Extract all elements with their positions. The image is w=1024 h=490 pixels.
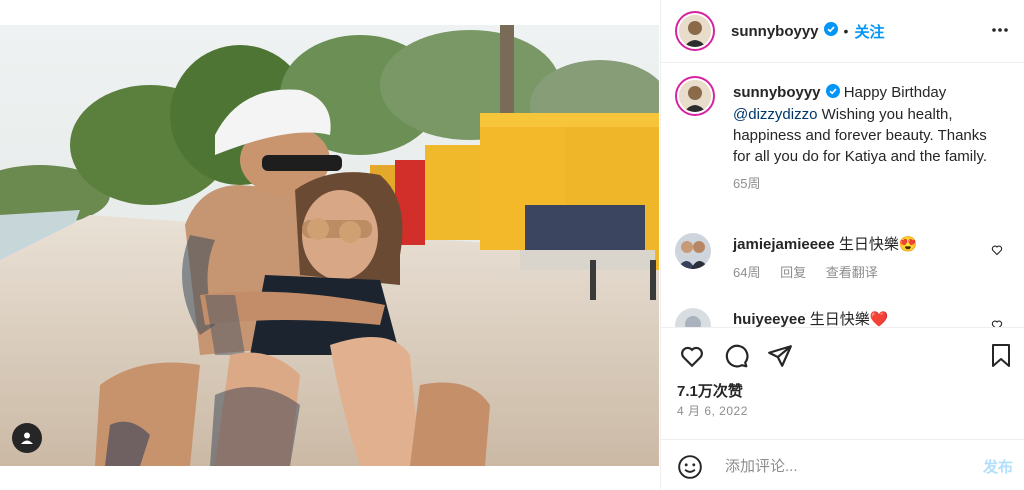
user-tag-icon	[21, 432, 33, 444]
tagged-users-button[interactable]	[12, 423, 42, 453]
comment-item: huiyeeyee 生日快樂❤️	[675, 308, 1015, 327]
verified-badge-icon	[823, 21, 838, 41]
author-avatar[interactable]	[675, 11, 715, 51]
translate-button[interactable]: 查看翻译	[826, 265, 878, 280]
comment-text: 生日快樂❤️	[809, 311, 889, 327]
post-header: sunnyboyyy • 关注	[661, 0, 1024, 63]
more-options-icon[interactable]	[991, 18, 1009, 47]
action-bar	[661, 327, 1024, 383]
emoji-icon[interactable]	[677, 454, 703, 485]
author-username[interactable]: sunnyboyyy	[731, 23, 819, 40]
avatar-portrait-icon	[675, 233, 711, 269]
avatar-portrait-icon	[679, 15, 711, 47]
commenter-avatar[interactable]	[675, 233, 711, 269]
caption-time: 65周	[733, 175, 761, 191]
likes-count[interactable]: 7.1万次赞	[677, 380, 743, 401]
comment-icon[interactable]	[723, 343, 749, 374]
commenter-avatar[interactable]	[675, 308, 711, 327]
avatar-portrait-icon	[675, 308, 711, 327]
caption-username[interactable]: sunnyboyyy	[733, 84, 821, 101]
commenter-username[interactable]: jamiejamieeee	[733, 236, 835, 253]
comment-body: huiyeeyee 生日快樂❤️	[733, 308, 993, 327]
caption-author-avatar[interactable]	[675, 76, 715, 116]
author-avatar-image	[679, 15, 711, 47]
follow-button[interactable]: 关注	[854, 21, 884, 42]
comment-input[interactable]	[723, 450, 947, 482]
comment-body: jamiejamieeee 生日快樂😍 64周 回复 查看翻译	[733, 233, 993, 281]
post-date: 4 月 6, 2022	[677, 404, 748, 418]
caption-avatar-image	[679, 80, 711, 112]
comment-meta: 64周 回复 查看翻译	[733, 262, 993, 281]
avatar-portrait-icon	[679, 80, 711, 112]
post-comment-button[interactable]: 发布	[983, 456, 1013, 477]
caption-mention-link[interactable]: @dizzydizzo	[733, 106, 817, 123]
caption-text: sunnyboyyy Happy Birthday @dizzydizzo Wi…	[733, 82, 1003, 194]
reply-button[interactable]: 回复	[780, 265, 806, 280]
beach-photo-illustration	[0, 25, 659, 466]
post-photo[interactable]	[0, 25, 659, 466]
share-icon[interactable]	[767, 343, 793, 374]
verified-badge-icon	[825, 83, 840, 104]
post-panel: sunnyboyyy • 关注 sunnyboyyy Happy Birthda…	[660, 0, 1024, 489]
separator-dot: •	[843, 23, 849, 39]
comment-composer: 发布	[661, 439, 1024, 490]
bookmark-icon[interactable]	[989, 343, 1013, 374]
post-media	[0, 0, 659, 466]
comment-like-heart-icon[interactable]	[991, 243, 1003, 261]
caption-text-before: Happy Birthday	[839, 84, 947, 101]
comment-text: 生日快樂😍	[838, 236, 918, 253]
comment-like-heart-icon[interactable]	[991, 318, 1003, 327]
heart-icon[interactable]	[679, 343, 705, 374]
commenter-username[interactable]: huiyeeyee	[733, 311, 806, 327]
comment-time: 64周	[733, 265, 761, 280]
